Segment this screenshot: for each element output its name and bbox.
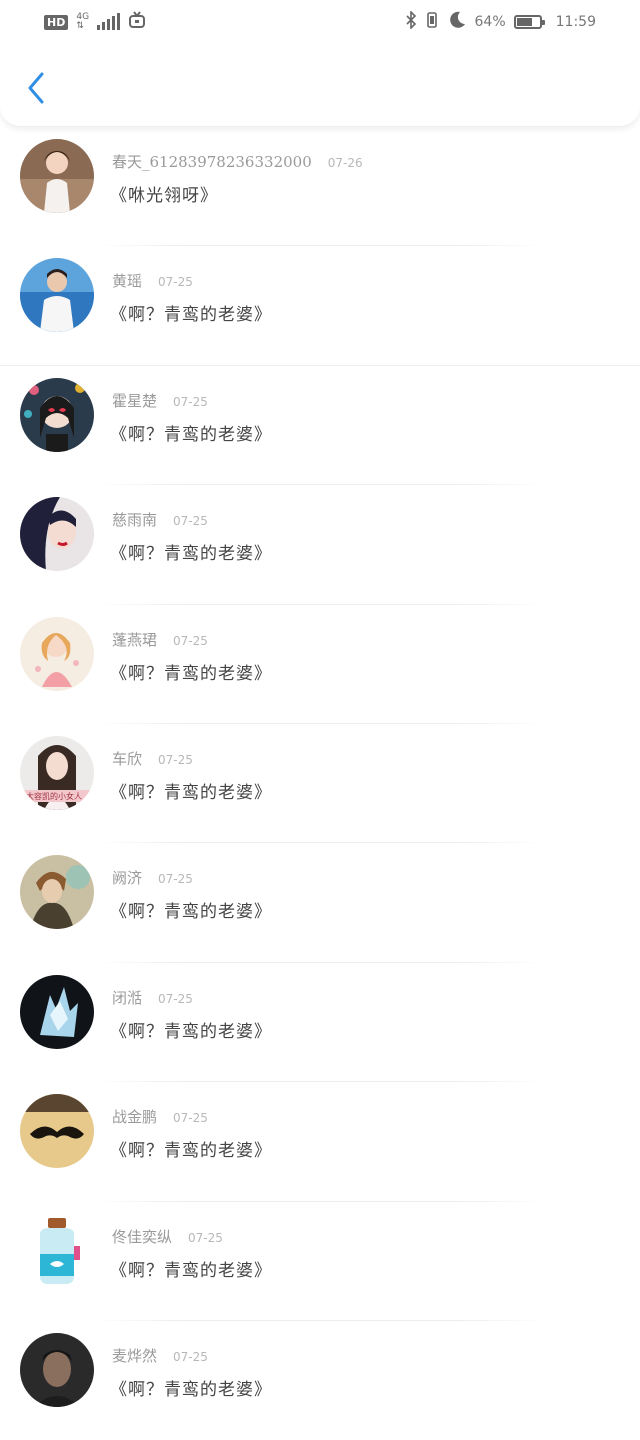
hd-badge: HD — [44, 14, 69, 30]
item-meta: 春天_61283978236332000 07-26 — [112, 151, 363, 172]
timestamp: 07-25 — [158, 275, 193, 290]
username[interactable]: 佟佳奕纵 — [112, 1226, 172, 1247]
timestamp: 07-25 — [173, 633, 208, 648]
avatar[interactable] — [20, 1094, 94, 1169]
avatar-badge-text: 大容凯的小女人 — [26, 791, 82, 801]
list-item[interactable]: 春天_61283978236332000 07-26 《咻光翎呀》 — [0, 127, 640, 247]
avatar[interactable] — [20, 258, 94, 333]
avatar[interactable] — [20, 1213, 94, 1288]
timestamp: 07-25 — [173, 1111, 208, 1126]
item-meta: 慈雨南 07-25 — [112, 509, 208, 530]
timestamp: 07-25 — [158, 991, 193, 1006]
network-indicator: 4G ⇅ — [76, 13, 89, 31]
comment-text: 《啊？青鸾的老婆》 — [110, 1141, 272, 1162]
avatar[interactable] — [20, 139, 94, 213]
bluetooth-icon — [405, 10, 417, 33]
timestamp: 07-25 — [188, 1230, 223, 1245]
list-item[interactable]: 蓬燕珺 07-25 《啊？青鸾的老婆》 — [0, 605, 640, 724]
list-item[interactable]: 慈雨南 07-25 《啊？青鸾的老婆》 — [0, 485, 640, 605]
list-item[interactable]: 黄瑶 07-25 《啊？青鸾的老婆》 — [0, 246, 640, 366]
list-item[interactable]: 阙济 07-25 《啊？青鸾的老婆》 — [0, 843, 640, 963]
signal-icon — [97, 13, 121, 30]
list-item[interactable]: 霍星楚 07-25 《啊？青鸾的老婆》 — [0, 366, 640, 486]
comment-text: 《啊？青鸾的老婆》 — [110, 782, 272, 803]
battery-percent: 64% — [474, 14, 506, 30]
item-meta: 黄瑶 07-25 — [112, 270, 193, 291]
list-item[interactable]: 大容凯的小女人 车欣 07-25 《啊？青鸾的老婆》 — [0, 724, 640, 844]
avatar[interactable] — [20, 974, 94, 1049]
moon-icon — [447, 10, 467, 34]
item-meta: 车欣 07-25 — [112, 748, 193, 769]
username[interactable]: 慈雨南 — [112, 509, 157, 530]
item-meta: 麦烨然 07-25 — [112, 1345, 208, 1366]
timestamp: 07-25 — [173, 394, 208, 409]
avatar[interactable] — [20, 497, 94, 572]
avatar[interactable]: 大容凯的小女人 — [20, 735, 94, 810]
list-item[interactable]: 麦烨然 07-25 《啊？青鸾的老婆》 — [0, 1321, 640, 1440]
timestamp: 07-26 — [327, 156, 363, 170]
timestamp: 07-25 — [158, 752, 193, 767]
comment-text: 《啊？青鸾的老婆》 — [110, 544, 272, 565]
list-item[interactable]: 佟佳奕纵 07-25 《啊？青鸾的老婆》 — [0, 1202, 640, 1321]
top-header — [0, 44, 640, 127]
status-bar: HD 4G ⇅ 64% 11:59 — [0, 0, 640, 44]
status-left: HD 4G ⇅ — [44, 11, 146, 33]
comment-text: 《咻光翎呀》 — [110, 186, 218, 206]
vibrate-icon — [425, 11, 439, 33]
timestamp: 07-25 — [173, 1349, 208, 1364]
chevron-left-icon — [28, 72, 44, 104]
comment-text: 《啊？青鸾的老婆》 — [110, 305, 272, 326]
timestamp: 07-25 — [158, 872, 193, 887]
comment-text: 《啊？青鸾的老婆》 — [110, 1379, 272, 1400]
comment-text: 《啊？青鸾的老婆》 — [110, 663, 272, 684]
comment-text: 《啊？青鸾的老婆》 — [110, 902, 272, 923]
avatar[interactable] — [20, 616, 94, 691]
back-button[interactable] — [18, 68, 54, 108]
item-meta: 闭湉 07-25 — [112, 987, 193, 1008]
item-meta: 战金鹏 07-25 — [112, 1106, 208, 1127]
username[interactable]: 蓬燕珺 — [112, 629, 157, 650]
username[interactable]: 闭湉 — [112, 987, 142, 1008]
avatar[interactable] — [20, 855, 94, 930]
username[interactable]: 战金鹏 — [112, 1106, 157, 1127]
item-meta: 佟佳奕纵 07-25 — [112, 1226, 223, 1247]
clock: 11:59 — [555, 14, 596, 30]
comment-text: 《啊？青鸾的老婆》 — [110, 1021, 272, 1042]
username[interactable]: 霍星楚 — [112, 390, 157, 411]
username[interactable]: 麦烨然 — [112, 1345, 157, 1366]
comment-text: 《啊？青鸾的老婆》 — [110, 424, 272, 445]
item-meta: 蓬燕珺 07-25 — [112, 629, 208, 650]
timestamp: 07-25 — [173, 514, 208, 529]
list-item[interactable]: 战金鹏 07-25 《啊？青鸾的老婆》 — [0, 1082, 640, 1202]
battery-icon — [513, 15, 545, 29]
status-right: 64% 11:59 — [405, 10, 596, 34]
username[interactable]: 车欣 — [112, 748, 142, 769]
item-meta: 阙济 07-25 — [112, 867, 193, 888]
avatar[interactable] — [20, 1332, 94, 1407]
username[interactable]: 阙济 — [112, 867, 142, 888]
avatar[interactable] — [20, 377, 94, 452]
username[interactable]: 春天_61283978236332000 — [112, 151, 312, 172]
item-meta: 霍星楚 07-25 — [112, 390, 208, 411]
username[interactable]: 黄瑶 — [112, 270, 142, 291]
data-arrows-icon: ⇅ — [76, 21, 84, 31]
tv-icon — [128, 11, 146, 33]
comment-list: 春天_61283978236332000 07-26 《咻光翎呀》 黄瑶 07-… — [0, 127, 640, 1440]
comment-text: 《啊？青鸾的老婆》 — [110, 1260, 272, 1281]
list-item[interactable]: 闭湉 07-25 《啊？青鸾的老婆》 — [0, 963, 640, 1083]
